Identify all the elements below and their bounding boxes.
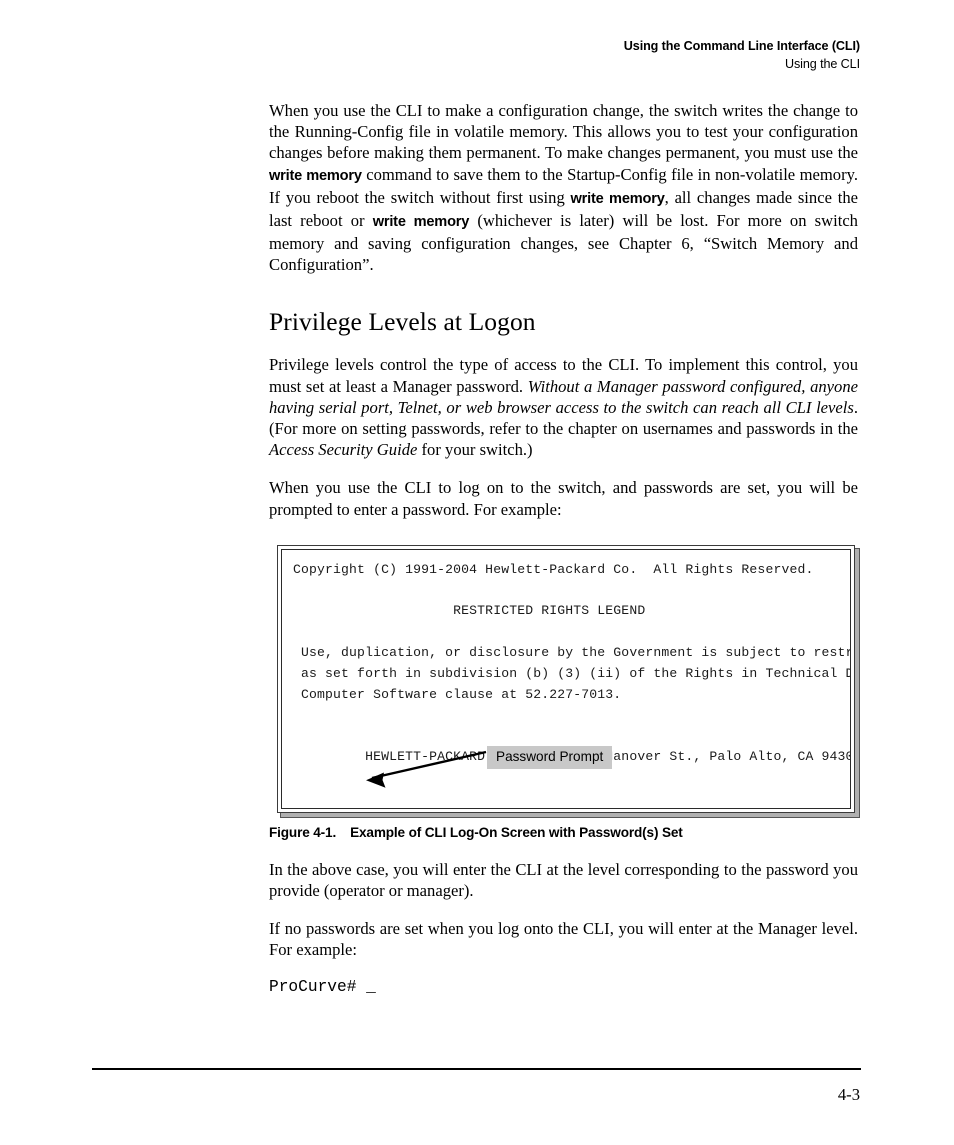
p1-seg1: When you use the CLI to make a configura… [269, 101, 858, 163]
running-head-chapter-title: Using the Command Line Interface (CLI) [623, 39, 860, 53]
footer-rule [92, 1068, 861, 1070]
p2-book-title-access-security-guide: Access Security Guide [269, 440, 418, 460]
cli-prompt-example: ProCurve# _ [269, 977, 376, 996]
paragraph-log-on-prompt: When you use the CLI to log on to the sw… [269, 478, 858, 519]
page-number: 4-3 [837, 1085, 860, 1104]
running-head: Using the Command Line Interface (CLI) U… [624, 38, 860, 72]
running-head-section-title: Using the CLI [784, 57, 860, 72]
paragraph-running-config: When you use the CLI to make a configura… [269, 100, 858, 276]
p2-seg3: for your switch.) [417, 440, 533, 460]
figure-caption-number: Figure 4-1. [269, 824, 337, 840]
cli-screenshot-window: Copyright (C) 1991-2004 Hewlett-Packard … [277, 544, 855, 813]
command-write-memory-1: write memory [269, 167, 362, 184]
callout-password-prompt-label: Password Prompt [496, 748, 604, 764]
command-write-memory-2: write memory [570, 190, 665, 207]
cli-terminal-area: Copyright (C) 1991-2004 Hewlett-Packard … [281, 548, 851, 809]
figure-caption-text: Example of CLI Log-On Screen with Passwo… [350, 824, 683, 840]
figure-caption: Figure 4-1. Example of CLI Log-On Screen … [269, 825, 861, 840]
figure-4-1: Copyright (C) 1991-2004 Hewlett-Packard … [269, 544, 861, 840]
callout-password-prompt: Password Prompt [487, 745, 613, 770]
paragraph-privilege-levels: Privilege levels control the type of acc… [269, 354, 858, 460]
paragraph-above-case: In the above case, you will enter the CL… [269, 859, 858, 901]
cli-terminal-text: Copyright (C) 1991-2004 Hewlett-Packard … [293, 561, 850, 764]
section-heading-privilege-levels: Privilege Levels at Logon [269, 306, 536, 336]
paragraph-no-passwords: If no passwords are set when you log ont… [269, 919, 858, 960]
page-content: When you use the CLI to make a configura… [269, 100, 858, 997]
command-write-memory-3: write memory [372, 214, 470, 231]
